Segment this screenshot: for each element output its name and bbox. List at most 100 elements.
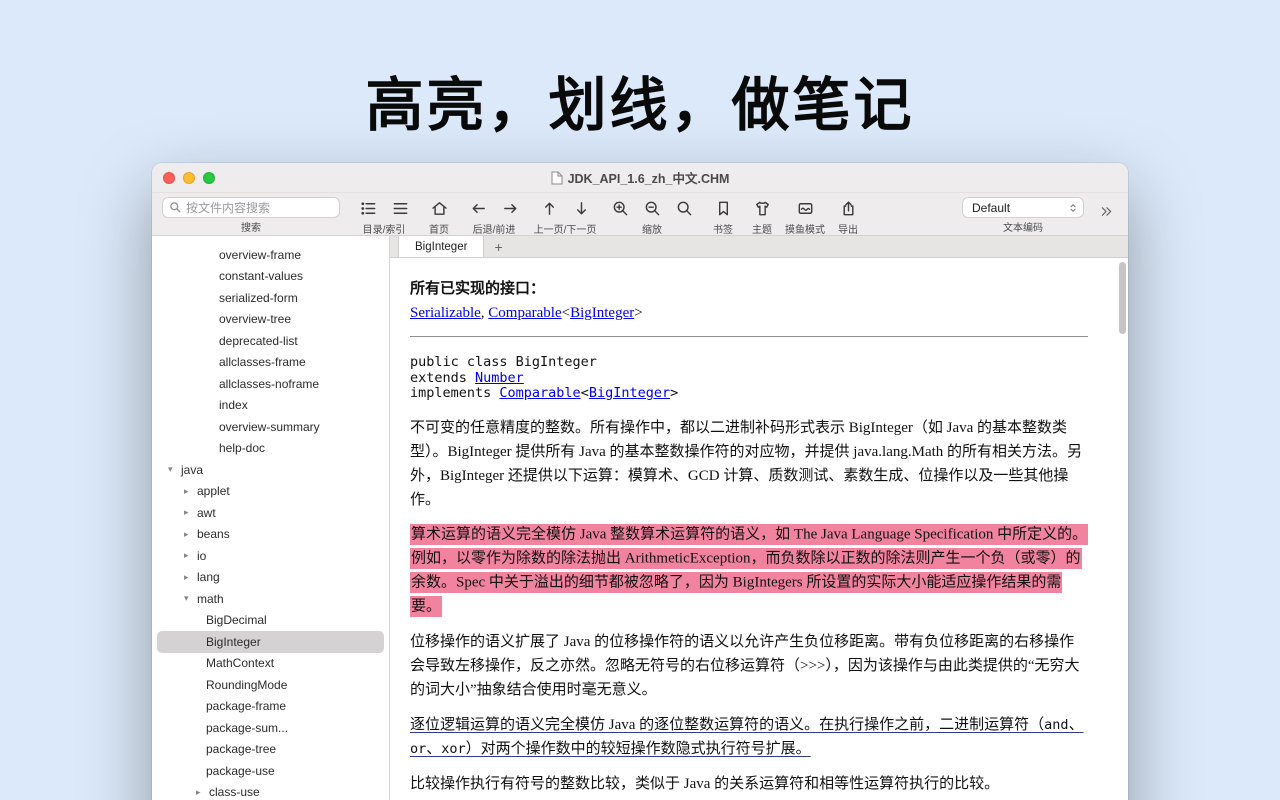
toc-button[interactable] bbox=[352, 197, 384, 220]
disclosure-right-icon[interactable]: ▸ bbox=[184, 507, 197, 518]
sidebar-item-biginteger[interactable]: BigInteger bbox=[157, 631, 384, 653]
sidebar-item-bigdecimal[interactable]: BigDecimal bbox=[157, 610, 384, 632]
sidebar-item-overview-tree[interactable]: overview-tree bbox=[157, 309, 384, 331]
zoom-reset-button[interactable] bbox=[668, 197, 700, 220]
text-segment: 、 bbox=[426, 740, 442, 757]
sidebar-item-label: BigDecimal bbox=[206, 613, 267, 628]
sidebar-item-mathcontext[interactable]: MathContext bbox=[157, 653, 384, 675]
sidebar-item-label: deprecated-list bbox=[219, 333, 298, 348]
sidebar-item-applet[interactable]: ▸ applet bbox=[157, 481, 384, 503]
sidebar-item-package-tree[interactable]: package-tree bbox=[157, 739, 384, 761]
back-button[interactable] bbox=[462, 197, 494, 220]
encoding-select[interactable]: Default bbox=[962, 197, 1084, 218]
traffic-lights bbox=[163, 163, 215, 193]
disclosure-down-icon[interactable]: ▾ bbox=[168, 464, 181, 475]
comparable-link[interactable]: Comparable bbox=[499, 385, 580, 401]
export-group: 导出 bbox=[832, 197, 864, 236]
disclosure-down-icon[interactable]: ▾ bbox=[184, 593, 197, 604]
number-link[interactable]: Number bbox=[475, 370, 524, 386]
code-text: > bbox=[670, 385, 679, 401]
sidebar-item-label: MathContext bbox=[206, 656, 275, 671]
vertical-scrollbar-thumb[interactable] bbox=[1119, 262, 1126, 334]
forward-button[interactable] bbox=[494, 197, 526, 220]
biginteger-link[interactable]: BigInteger bbox=[589, 385, 670, 401]
sidebar-item-index[interactable]: index bbox=[157, 395, 384, 417]
disclosure-right-icon[interactable]: ▸ bbox=[184, 529, 197, 540]
zoom-group: 缩放 bbox=[604, 197, 700, 236]
sidebar-item-math[interactable]: ▾ math bbox=[157, 588, 384, 610]
sidebar-item-package-use[interactable]: package-use bbox=[157, 760, 384, 782]
sidebar-item-java[interactable]: ▾ java bbox=[157, 459, 384, 481]
sidebar-item-overview-frame[interactable]: overview-frame bbox=[157, 244, 384, 266]
sidebar-item-package-summary[interactable]: package-sum... bbox=[157, 717, 384, 739]
export-caption: 导出 bbox=[838, 225, 858, 236]
minimize-window-button[interactable] bbox=[183, 172, 195, 184]
implemented-interfaces-heading: 所有已实现的接口： bbox=[410, 281, 546, 297]
sidebar-item-package-frame[interactable]: package-frame bbox=[157, 696, 384, 718]
code-text: xor bbox=[441, 740, 466, 757]
export-button[interactable] bbox=[832, 197, 864, 220]
disclosure-right-icon[interactable]: ▸ bbox=[196, 787, 209, 798]
paragraph-bitwise: 逐位逻辑运算的语义完全模仿 Java 的逐位整数运算符的语义。在执行操作之前，二… bbox=[410, 713, 1088, 761]
sidebar-item-label: RoundingMode bbox=[206, 677, 288, 692]
theme-shirt-icon bbox=[753, 199, 772, 218]
sidebar-item-label: awt bbox=[197, 505, 216, 520]
home-icon bbox=[430, 199, 449, 218]
sidebar-item-roundingmode[interactable]: RoundingMode bbox=[157, 674, 384, 696]
sidebar-item-deprecated-list[interactable]: deprecated-list bbox=[157, 330, 384, 352]
code-text: public class BigInteger bbox=[410, 354, 597, 370]
sidebar-item-label: help-doc bbox=[219, 441, 266, 456]
sidebar-item-beans[interactable]: ▸ beans bbox=[157, 524, 384, 546]
biginteger-link[interactable]: BigInteger bbox=[570, 305, 634, 321]
code-text: extends bbox=[410, 369, 476, 386]
search-input[interactable] bbox=[186, 200, 333, 215]
sidebar-item-awt[interactable]: ▸ awt bbox=[157, 502, 384, 524]
sidebar-item-label: allclasses-noframe bbox=[219, 376, 320, 391]
theme-button[interactable] bbox=[746, 197, 778, 220]
sidebar-item-serialized-form[interactable]: serialized-form bbox=[157, 287, 384, 309]
disclosure-right-icon[interactable]: ▸ bbox=[184, 572, 197, 583]
index-button[interactable] bbox=[384, 197, 416, 220]
theme-group: 主题 bbox=[746, 197, 778, 236]
sidebar-item-help-doc[interactable]: help-doc bbox=[157, 438, 384, 460]
boss-key-button[interactable] bbox=[789, 197, 821, 220]
sidebar-item-io[interactable]: ▸ io bbox=[157, 545, 384, 567]
disclosure-right-icon[interactable]: ▸ bbox=[184, 550, 197, 561]
home-button[interactable] bbox=[423, 197, 455, 220]
tab-biginteger[interactable]: BigInteger bbox=[398, 236, 485, 257]
sidebar-item-label: BigInteger bbox=[206, 634, 261, 649]
prev-page-button[interactable] bbox=[533, 197, 565, 220]
bookmark-button[interactable] bbox=[707, 197, 739, 220]
serializable-link[interactable]: Serializable bbox=[410, 305, 481, 321]
encoding-value: Default bbox=[972, 200, 1011, 215]
disclosure-right-icon[interactable]: ▸ bbox=[184, 486, 197, 497]
sidebar-item-allclasses-frame[interactable]: allclasses-frame bbox=[157, 352, 384, 374]
text-segment: ）对两个操作数中的较短操作数隐式执行符号扩展。 bbox=[465, 740, 811, 757]
sidebar-item-lang[interactable]: ▸ lang bbox=[157, 567, 384, 589]
code-text: or bbox=[410, 740, 427, 757]
chevron-up-down-icon bbox=[1067, 201, 1079, 215]
export-icon bbox=[839, 199, 858, 218]
zoom-in-button[interactable] bbox=[604, 197, 636, 220]
sidebar-item-constant-values[interactable]: constant-values bbox=[157, 266, 384, 288]
add-tab-button[interactable]: + bbox=[484, 236, 512, 257]
underlined-text: 逐位逻辑运算的语义完全模仿 Java 的逐位整数运算符的语义。在执行操作之前，二… bbox=[410, 717, 1084, 757]
highlighted-text: 算术运算的语义完全模仿 Java 整数算术运算符的语义，如 The Java L… bbox=[410, 524, 1089, 617]
page-nav-group: 上一页/下一页 bbox=[533, 197, 597, 236]
comparable-link[interactable]: Comparable bbox=[488, 305, 561, 321]
search-field[interactable] bbox=[162, 197, 340, 218]
sidebar-item-allclasses-noframe[interactable]: allclasses-noframe bbox=[157, 373, 384, 395]
toolbar-overflow-button[interactable] bbox=[1094, 200, 1118, 223]
encoding-group: Default 文本编码 bbox=[962, 197, 1084, 234]
arrow-down-icon bbox=[572, 199, 591, 218]
zoom-out-button[interactable] bbox=[636, 197, 668, 220]
close-window-button[interactable] bbox=[163, 172, 175, 184]
toc-index-caption: 目录/索引 bbox=[362, 225, 406, 236]
history-group: 后退/前进 bbox=[462, 197, 526, 236]
window-body: overview-frame constant-values serialize… bbox=[152, 236, 1128, 800]
fullscreen-window-button[interactable] bbox=[203, 172, 215, 184]
next-page-button[interactable] bbox=[565, 197, 597, 220]
sidebar-item-class-use[interactable]: ▸ class-use bbox=[157, 782, 384, 800]
plus-icon: + bbox=[494, 238, 503, 255]
sidebar-item-overview-summary[interactable]: overview-summary bbox=[157, 416, 384, 438]
